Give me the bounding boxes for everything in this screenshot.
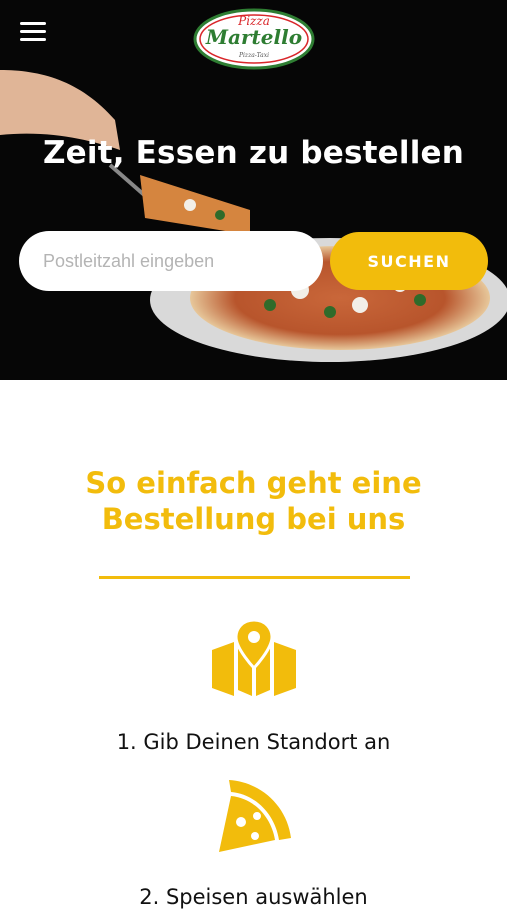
map-location-icon bbox=[212, 620, 296, 696]
pizza-slice-icon bbox=[219, 780, 291, 852]
hero-banner: Pizza Martello Pizza-Taxi Zeit, Essen zu… bbox=[0, 0, 507, 380]
how-it-works-section: So einfach geht eine Bestellung bei uns … bbox=[0, 380, 507, 909]
step-label-1: 1. Gib Deinen Standort an bbox=[116, 730, 391, 754]
logo-text-main: Martello bbox=[205, 25, 303, 49]
logo[interactable]: Pizza Martello Pizza-Taxi bbox=[193, 8, 315, 70]
hamburger-menu-icon[interactable] bbox=[20, 22, 46, 42]
logo-text-bottom: Pizza-Taxi bbox=[238, 52, 270, 59]
section-title-line2: Bestellung bei uns bbox=[101, 502, 406, 536]
search-button[interactable]: SUCHEN bbox=[330, 232, 488, 290]
section-title: So einfach geht eine Bestellung bei uns bbox=[0, 465, 507, 537]
hero-title: Zeit, Essen zu bestellen bbox=[42, 135, 465, 171]
postcode-input[interactable] bbox=[19, 231, 323, 291]
section-divider bbox=[99, 576, 410, 579]
section-title-line1: So einfach geht eine bbox=[85, 466, 422, 500]
step-label-2: 2. Speisen auswählen bbox=[139, 885, 368, 909]
